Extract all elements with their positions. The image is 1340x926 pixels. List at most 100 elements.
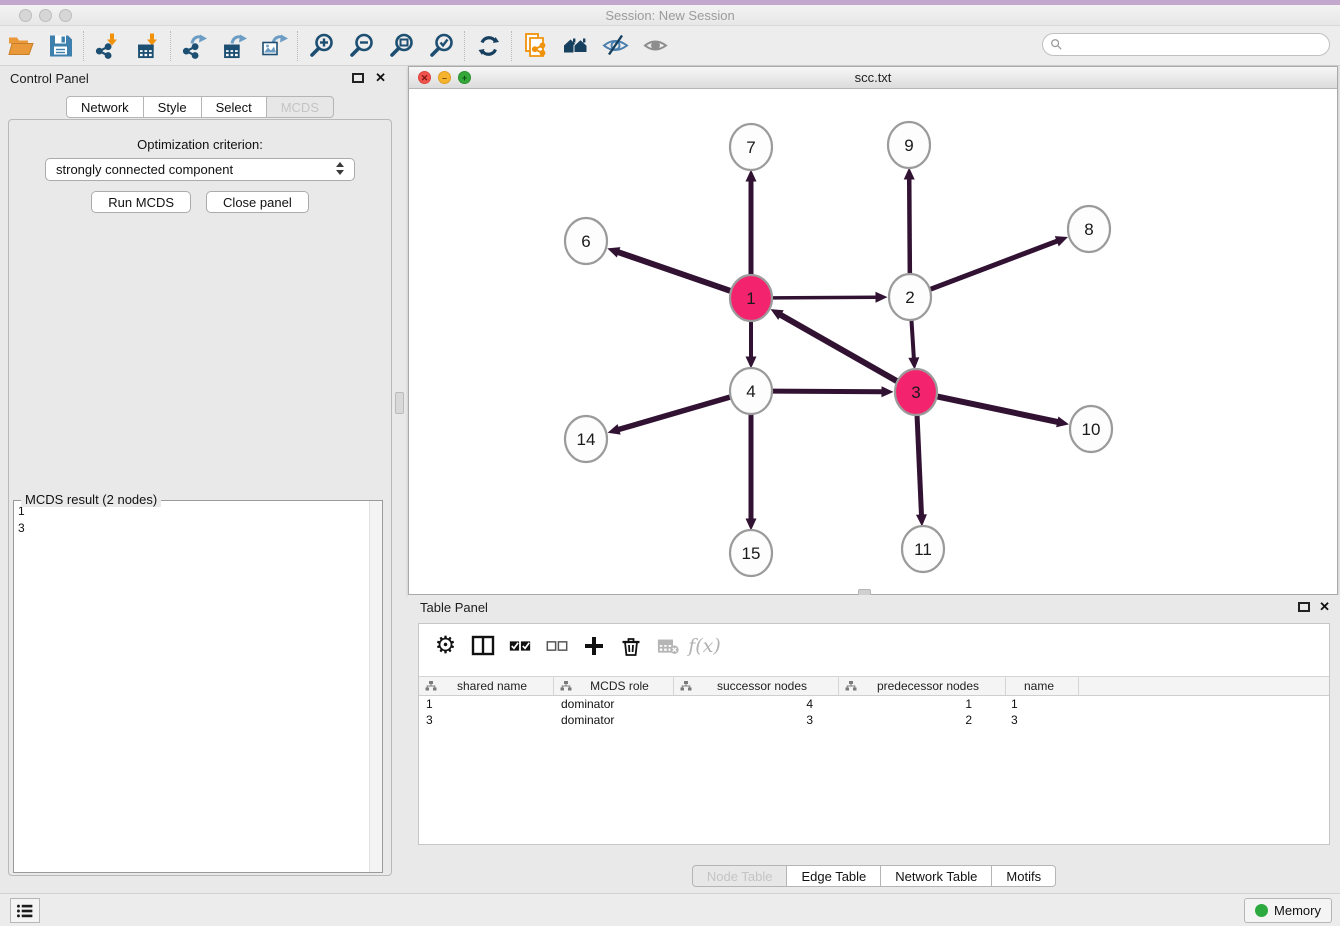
float-table-panel-icon[interactable] <box>1298 602 1310 612</box>
home-icon[interactable] <box>555 29 595 63</box>
table-cell: 3 <box>1006 713 1079 729</box>
table-row[interactable]: 1dominator411 <box>419 697 1329 713</box>
edge-2-8[interactable] <box>931 236 1068 289</box>
delete-column-icon[interactable] <box>614 629 647 663</box>
edge-2-9[interactable] <box>904 167 915 275</box>
tab-edge-table[interactable]: Edge Table <box>787 865 881 887</box>
table-settings-gear-icon[interactable]: ⚙ <box>429 629 462 663</box>
edge-1-6[interactable] <box>607 247 730 291</box>
edge-4-3[interactable] <box>773 386 894 397</box>
select-all-icon[interactable] <box>503 629 536 663</box>
tab-select[interactable]: Select <box>202 96 267 118</box>
tab-node-table[interactable]: Node Table <box>692 865 788 887</box>
node-9[interactable]: 9 <box>888 122 930 168</box>
edge-1-2[interactable] <box>773 292 888 303</box>
column-header-successor-nodes[interactable]: successor nodes <box>674 677 839 695</box>
column-label: MCDS role <box>572 679 673 693</box>
show-panels-icon[interactable] <box>635 29 675 63</box>
node-4[interactable]: 4 <box>730 368 772 414</box>
toolbar-separator <box>464 31 465 61</box>
edge-4-14[interactable] <box>608 397 730 434</box>
run-mcds-button[interactable]: Run MCDS <box>91 191 191 213</box>
node-label: 4 <box>746 382 755 401</box>
tab-mcds[interactable]: MCDS <box>267 96 334 118</box>
node-label: 7 <box>746 138 755 157</box>
close-panel-icon[interactable]: ✕ <box>375 70 386 86</box>
node-10[interactable]: 10 <box>1070 406 1112 452</box>
zoom-in-icon[interactable] <box>301 29 341 63</box>
save-session-icon[interactable] <box>40 29 80 63</box>
mcds-result-text[interactable]: 13 <box>14 501 382 872</box>
node-1[interactable]: 1 <box>730 275 772 321</box>
export-image-icon[interactable] <box>254 29 294 63</box>
node-2[interactable]: 2 <box>889 274 931 320</box>
column-header-name[interactable]: name <box>1006 677 1079 695</box>
tab-motifs[interactable]: Motifs <box>992 865 1056 887</box>
zoom-out-icon[interactable] <box>341 29 381 63</box>
new-network-icon[interactable] <box>515 29 555 63</box>
column-header-MCDS-role[interactable]: MCDS role <box>554 677 674 695</box>
delete-table-icon <box>651 629 684 663</box>
edge-arrowhead <box>875 292 887 303</box>
column-label: successor nodes <box>692 679 838 693</box>
edge-arrowhead <box>1055 236 1068 246</box>
close-panel-button[interactable]: Close panel <box>206 191 309 213</box>
chevron-up-down-icon <box>336 162 345 178</box>
edge-3-1[interactable] <box>771 309 897 381</box>
edge-3-11[interactable] <box>916 414 927 527</box>
export-table-icon[interactable] <box>214 29 254 63</box>
column-header-shared-name[interactable]: shared name <box>419 677 554 695</box>
table-panel-title: Table Panel <box>420 600 488 615</box>
split-view-icon[interactable] <box>466 629 499 663</box>
tab-network-table[interactable]: Network Table <box>881 865 992 887</box>
selected-option: strongly connected component <box>56 162 233 177</box>
node-8[interactable]: 8 <box>1068 206 1110 252</box>
memory-button[interactable]: Memory <box>1244 898 1332 923</box>
hide-panels-icon[interactable] <box>595 29 635 63</box>
node-6[interactable]: 6 <box>565 218 607 264</box>
edge-1-7[interactable] <box>746 170 757 277</box>
export-network-icon[interactable] <box>174 29 214 63</box>
refresh-icon[interactable] <box>468 29 508 63</box>
float-panel-icon[interactable] <box>352 73 364 83</box>
tab-style[interactable]: Style <box>144 96 202 118</box>
network-canvas[interactable]: 7 9 6 8 1 2 4 3 14 10 15 11 <box>409 89 1337 594</box>
edge-arrowhead <box>608 424 621 435</box>
app-titlebar: Session: New Session <box>0 5 1340 26</box>
network-window-titlebar[interactable]: ✕ – + scc.txt <box>409 67 1337 89</box>
edge-arrowhead <box>916 514 927 526</box>
optimization-criterion-select[interactable]: strongly connected component <box>45 158 355 181</box>
table-cell: 1 <box>419 697 554 713</box>
import-network-icon[interactable] <box>87 29 127 63</box>
toolbar-separator <box>170 31 171 61</box>
tab-network[interactable]: Network <box>66 96 144 118</box>
node-label: 6 <box>581 232 590 251</box>
zoom-selected-icon[interactable] <box>421 29 461 63</box>
import-table-icon[interactable] <box>127 29 167 63</box>
node-label: 2 <box>905 288 914 307</box>
edge-1-4[interactable] <box>746 320 757 369</box>
panel-splitter-grip[interactable] <box>395 392 404 414</box>
node-3[interactable]: 3 <box>895 369 937 415</box>
node-14[interactable]: 14 <box>565 416 607 462</box>
close-table-panel-icon[interactable]: ✕ <box>1319 599 1330 615</box>
control-panel-tabs: NetworkStyleSelectMCDS <box>0 96 400 118</box>
column-header-predecessor-nodes[interactable]: predecessor nodes <box>839 677 1006 695</box>
search-input[interactable] <box>1042 33 1330 56</box>
add-column-icon[interactable] <box>577 629 610 663</box>
edge-4-15[interactable] <box>746 413 757 531</box>
edge-2-3[interactable] <box>908 319 919 370</box>
result-scrollbar[interactable] <box>369 501 382 872</box>
edge-arrowhead <box>607 247 620 257</box>
edge-3-10[interactable] <box>938 397 1069 428</box>
node-7[interactable]: 7 <box>730 124 772 170</box>
node-label: 15 <box>742 544 761 563</box>
open-file-icon[interactable] <box>0 29 40 63</box>
task-history-button[interactable] <box>10 898 40 923</box>
node-label: 9 <box>904 136 913 155</box>
table-row[interactable]: 3dominator323 <box>419 713 1329 729</box>
zoom-fit-icon[interactable] <box>381 29 421 63</box>
node-11[interactable]: 11 <box>902 526 944 572</box>
deselect-all-icon[interactable] <box>540 629 573 663</box>
node-15[interactable]: 15 <box>730 530 772 576</box>
